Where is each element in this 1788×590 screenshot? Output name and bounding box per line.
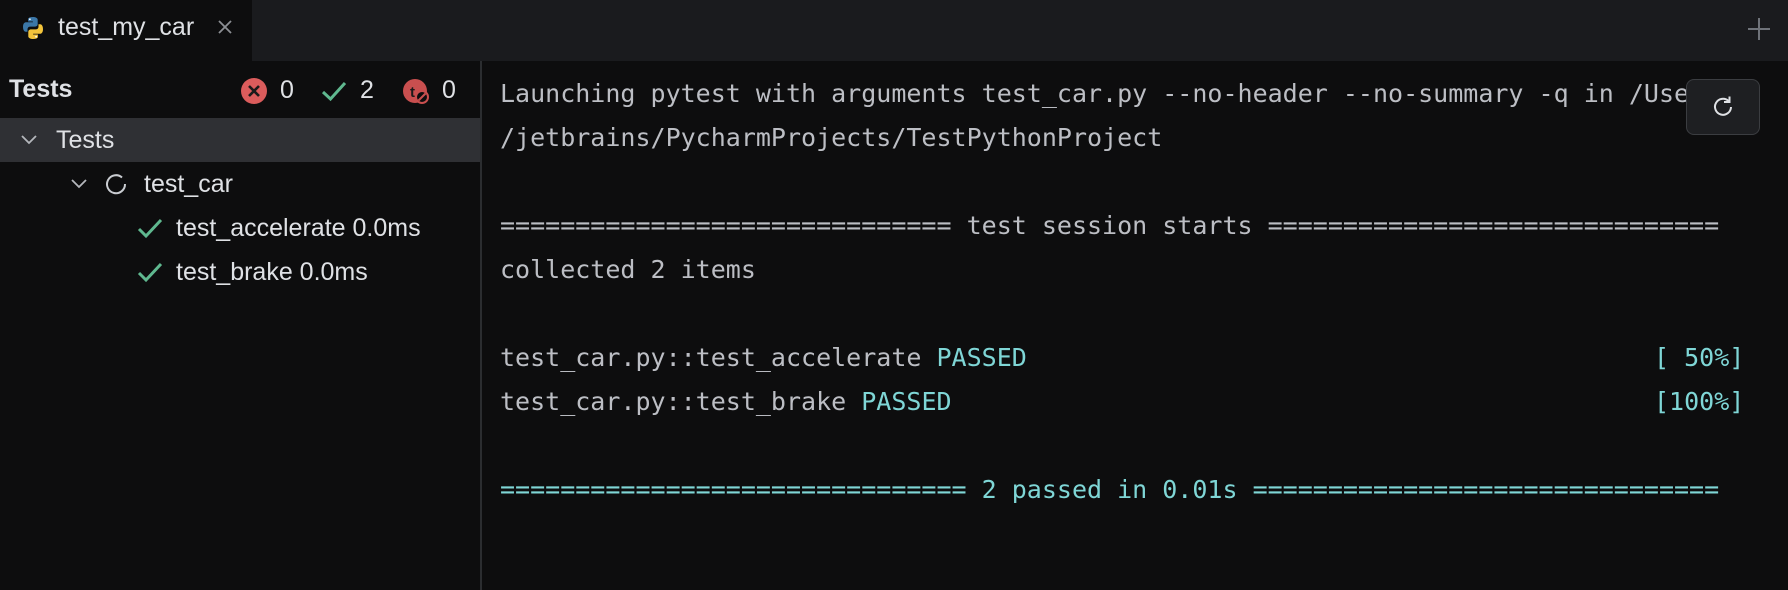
test-label: test_accelerate 0.0ms [176, 213, 421, 242]
tree-item-test-car[interactable]: test_car [0, 162, 480, 206]
rerun-button[interactable] [1686, 79, 1760, 135]
result-progress: [ 50%] [1654, 343, 1745, 372]
add-tab-icon[interactable] [1744, 14, 1774, 44]
tests-panel: Tests 0 2 t 0 Tests test_car test_accele… [0, 61, 482, 590]
tree-module-label: test_car [144, 169, 233, 198]
console-output[interactable]: Launching pytest with arguments test_car… [482, 61, 1788, 590]
tests-panel-header: Tests 0 2 t 0 [0, 61, 480, 117]
console-line: Launching pytest with arguments test_car… [500, 79, 1720, 108]
ignored-count: 0 [442, 76, 456, 104]
console-result-line: test_car.py::test_accelerate PASSED [500, 343, 1027, 372]
console-summary: =============================== 2 passed… [500, 475, 1720, 504]
console-line: /jetbrains/PycharmProjects/TestPythonPro… [500, 123, 1163, 152]
check-icon [137, 218, 163, 239]
chevron-down-icon[interactable] [70, 175, 88, 193]
test-label: test_brake 0.0ms [176, 257, 368, 286]
result-progress: [100%] [1654, 387, 1745, 416]
failed-counter[interactable]: 0 [240, 76, 294, 105]
tests-panel-title: Tests [9, 75, 73, 103]
refresh-icon [1714, 96, 1732, 116]
tab-bar: test_my_car [0, 0, 1788, 62]
tree-root-label: Tests [56, 125, 115, 154]
running-spinner-icon [106, 174, 127, 195]
tab-test-my-car[interactable]: test_my_car [0, 0, 252, 61]
check-icon [321, 81, 347, 101]
tree-item-test[interactable]: test_accelerate 0.0ms [0, 206, 480, 250]
result-test-name: test_car.py::test_accelerate [500, 343, 922, 372]
ignored-counter[interactable]: t 0 [402, 76, 456, 105]
chevron-down-icon[interactable] [20, 131, 38, 149]
result-test-name: test_car.py::test_brake [500, 387, 847, 416]
tree-item-tests-root[interactable]: Tests [0, 118, 480, 162]
failed-icon [241, 77, 267, 104]
passed-counter[interactable]: 2 [320, 76, 374, 105]
result-status: PASSED [861, 387, 952, 416]
ignored-test-icon: t [403, 78, 429, 104]
failed-count: 0 [280, 76, 294, 104]
passed-count: 2 [360, 76, 374, 104]
result-status: PASSED [936, 343, 1027, 372]
console-session-start: ============================== test sess… [500, 211, 1720, 240]
console-collected: collected 2 items [500, 255, 756, 284]
close-icon[interactable] [214, 16, 236, 38]
python-file-icon [23, 17, 43, 39]
svg-text:t: t [410, 84, 415, 101]
tree-item-test[interactable]: test_brake 0.0ms [0, 250, 480, 294]
tab-label: test_my_car [58, 13, 195, 41]
console-result-line: test_car.py::test_brake PASSED [500, 387, 952, 416]
check-icon [137, 262, 163, 283]
